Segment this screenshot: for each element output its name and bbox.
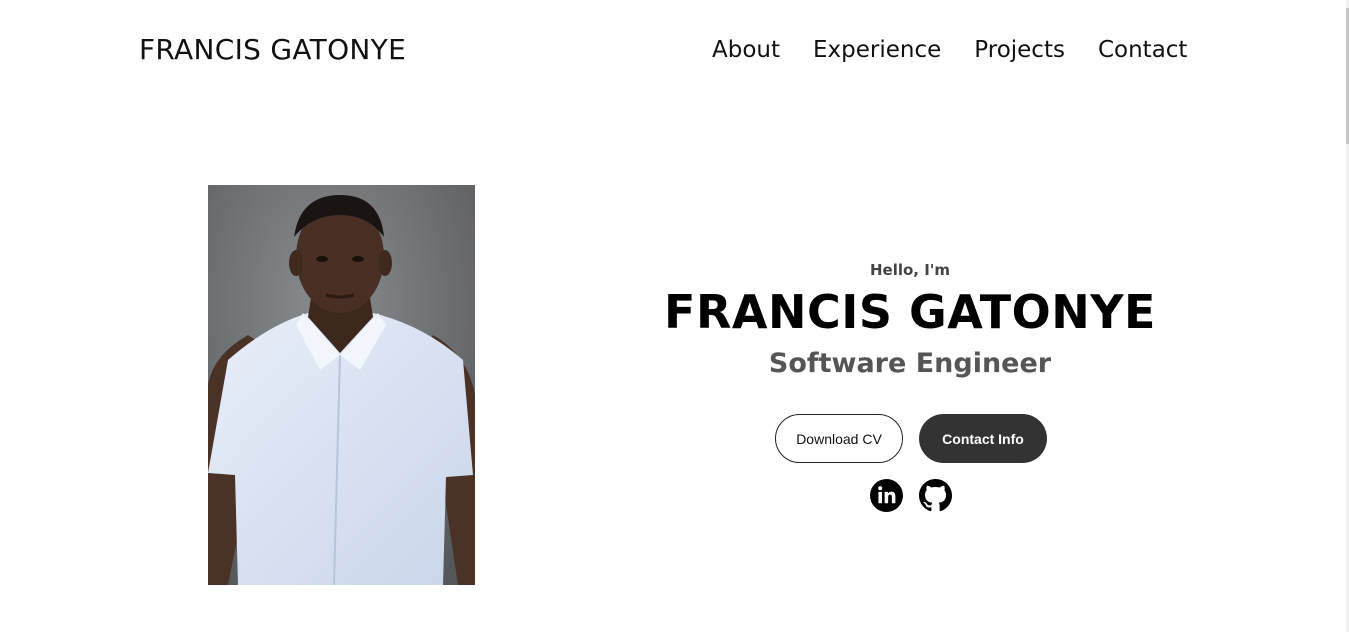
hero-section: Hello, I'm FRANCIS GATONYE Software Engi… (640, 258, 1180, 379)
nav-link-experience[interactable]: Experience (813, 37, 941, 63)
profile-photo (208, 185, 475, 585)
contact-info-button[interactable]: Contact Info (919, 414, 1047, 463)
hero-greeting: Hello, I'm (869, 261, 951, 279)
nav-link-projects[interactable]: Projects (974, 37, 1065, 63)
nav-link-contact[interactable]: Contact (1098, 37, 1187, 63)
site-logo[interactable]: FRANCIS GATONYE (139, 33, 406, 66)
navbar: FRANCIS GATONYE About Experience Project… (0, 0, 1346, 104)
hero-name: FRANCIS GATONYE (664, 285, 1156, 339)
github-icon[interactable] (919, 479, 952, 512)
linkedin-icon[interactable] (870, 479, 903, 512)
nav-link-about[interactable]: About (712, 37, 780, 63)
social-links (870, 479, 952, 512)
hero-title: Software Engineer (768, 347, 1052, 379)
profile-photo-image (208, 185, 475, 585)
hero-buttons: Download CV Contact Info (775, 414, 1047, 463)
download-cv-button[interactable]: Download CV (775, 414, 903, 463)
nav-links: About Experience Projects Contact (712, 37, 1187, 63)
